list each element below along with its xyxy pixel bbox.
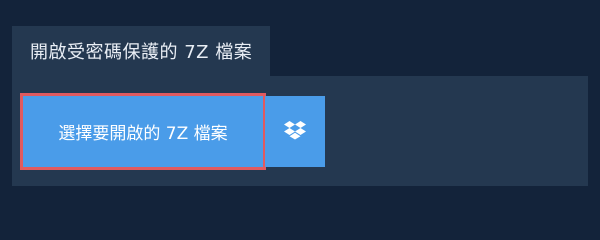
- tab-label: 開啟受密碼保護的 7Z 檔案: [30, 42, 253, 63]
- tab-open-password-protected-7z[interactable]: 開啟受密碼保護的 7Z 檔案: [12, 26, 271, 76]
- dropbox-button[interactable]: [265, 96, 325, 167]
- choose-file-button[interactable]: 選擇要開啟的 7Z 檔案: [20, 93, 266, 170]
- dropbox-icon: [284, 120, 306, 144]
- choose-file-label: 選擇要開啟的 7Z 檔案: [58, 124, 228, 144]
- upload-panel: 選擇要開啟的 7Z 檔案: [12, 76, 588, 186]
